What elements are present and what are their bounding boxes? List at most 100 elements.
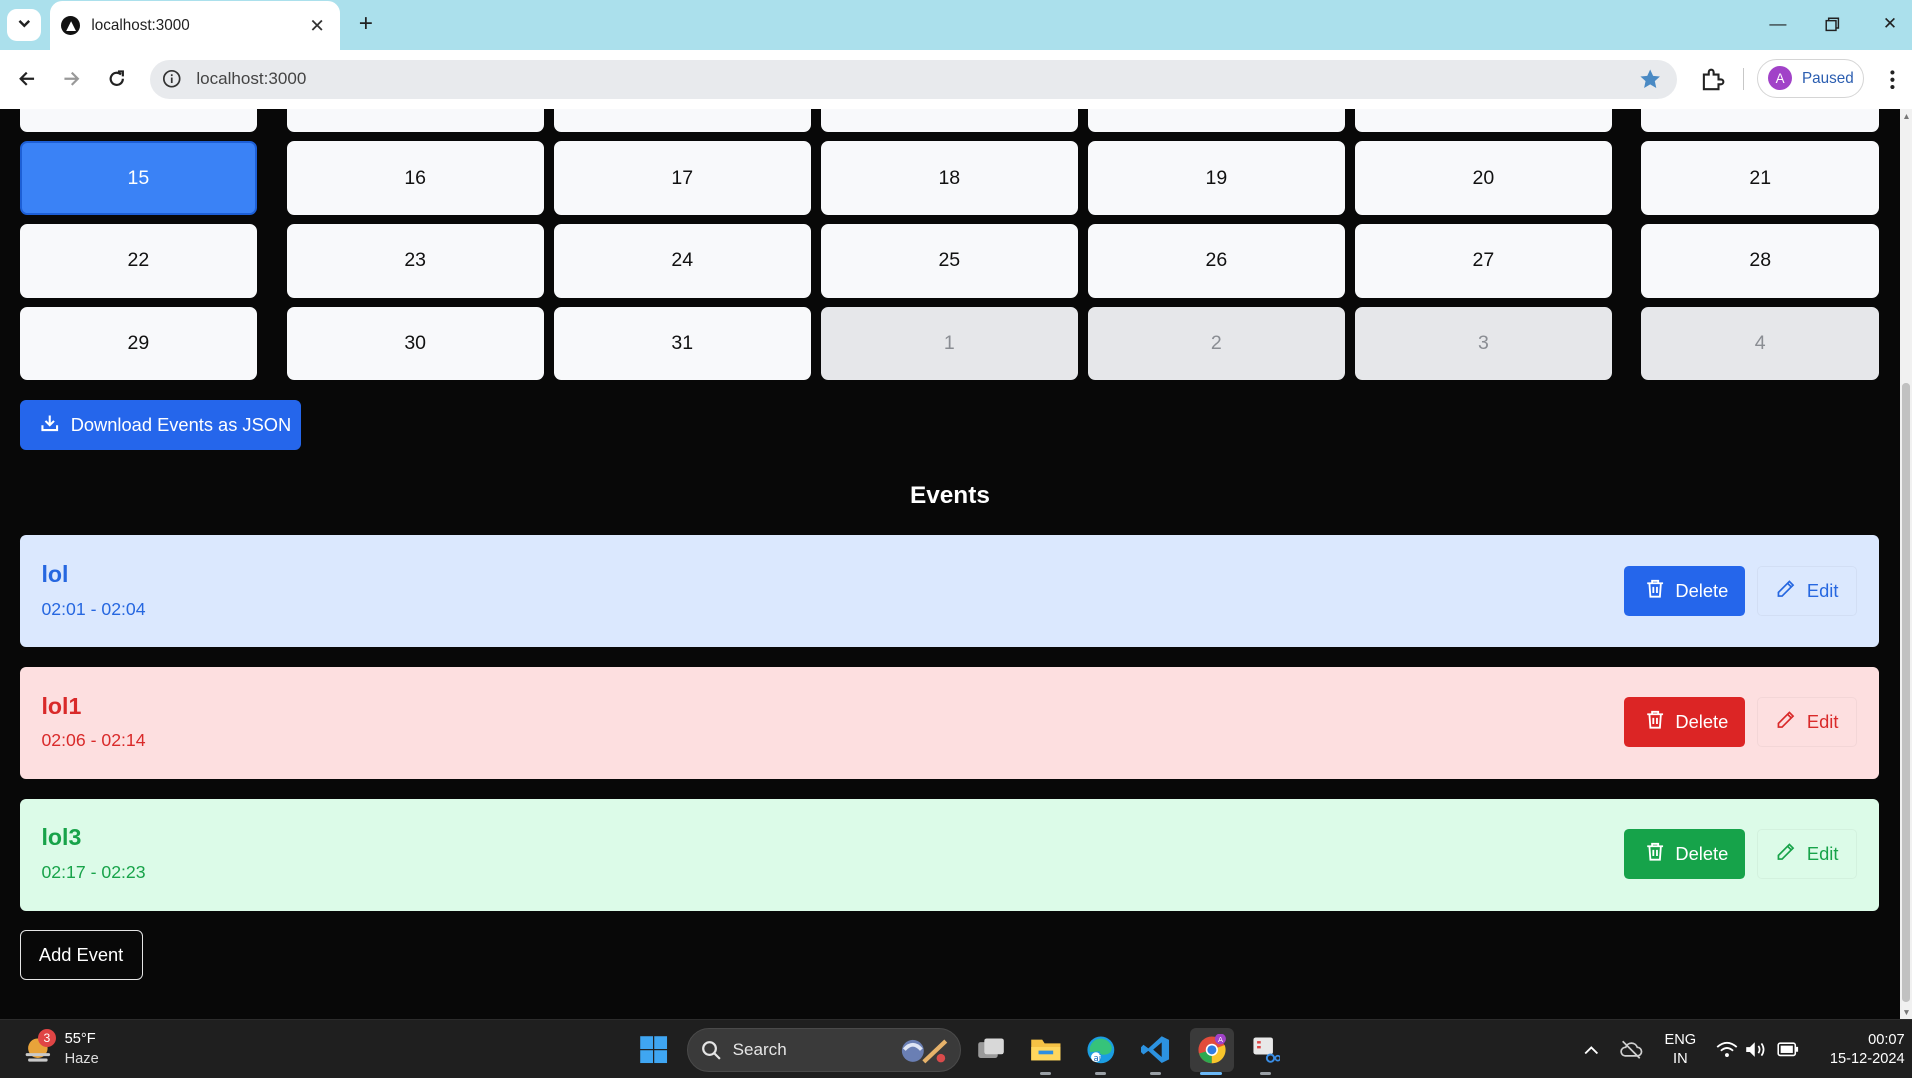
chrome-icon[interactable]: A (1190, 1027, 1235, 1072)
battery-icon[interactable] (1773, 1030, 1802, 1069)
url-text: localhost:3000 (196, 69, 307, 89)
favicon-icon (60, 15, 81, 36)
weather-widget[interactable]: 3 55°F Haze (22, 1028, 132, 1069)
weather-condition: Haze (64, 1050, 99, 1067)
calendar-day-cell[interactable]: 26 (1087, 224, 1345, 298)
svg-text:A: A (1218, 1035, 1223, 1044)
browser-tab[interactable]: localhost:3000 ✕ (49, 1, 341, 50)
temperature: 55°F (64, 1031, 96, 1048)
chevron-down-icon (17, 13, 32, 36)
delete-label: Delete (1675, 579, 1729, 601)
pencil-icon (1776, 579, 1806, 604)
back-icon[interactable] (11, 63, 43, 95)
scroll-up-arrow[interactable]: ▲ (1902, 111, 1910, 121)
show-hidden-icons-chevron[interactable] (1577, 1030, 1606, 1069)
pencil-icon (1776, 710, 1806, 735)
calendar-day-cell[interactable]: 4 (1641, 307, 1880, 381)
region-code: IN (1673, 1050, 1688, 1067)
file-explorer-icon[interactable] (1027, 1030, 1066, 1069)
language-code: ENG (1664, 1032, 1697, 1049)
edit-event-button[interactable]: Edit (1757, 829, 1858, 880)
edit-event-button[interactable]: Edit (1757, 565, 1858, 616)
calendar-day-cell[interactable]: 2 (1087, 307, 1345, 381)
cloud-offline-icon[interactable] (1617, 1030, 1646, 1069)
event-card: lol1 02:06 - 02:14 Delete Edit (19, 667, 1880, 780)
taskbar-search[interactable]: Search (686, 1027, 961, 1072)
calendar-day-cell[interactable]: 25 (820, 224, 1078, 298)
trash-icon (1646, 579, 1675, 604)
calendar-day-cell[interactable]: 16 (286, 141, 544, 215)
delete-event-button[interactable]: Delete (1624, 565, 1745, 616)
calendar-day-cell[interactable] (19, 108, 258, 132)
wifi-icon[interactable] (1712, 1030, 1741, 1069)
calendar-day-cell[interactable]: 24 (553, 224, 811, 298)
task-view-icon[interactable] (972, 1030, 1011, 1069)
calendar-day-cell[interactable]: 30 (286, 307, 544, 381)
bookmark-star-icon[interactable] (1638, 67, 1662, 91)
calendar-day-cell[interactable]: 22 (19, 224, 258, 298)
calendar-day-cell[interactable] (820, 108, 1078, 132)
download-events-button[interactable]: Download Events as JSON (19, 399, 302, 450)
snipping-tool-icon[interactable] (1246, 1030, 1285, 1069)
reload-icon[interactable] (101, 63, 133, 95)
event-time: 02:01 - 02:04 (41, 598, 146, 619)
more-menu-icon[interactable] (1880, 66, 1904, 93)
profile-button[interactable]: A Paused (1757, 58, 1865, 98)
clock-time: 00:07 (1868, 1032, 1905, 1049)
calendar-day-cell[interactable] (1641, 108, 1880, 132)
scrollbar-thumb[interactable] (1902, 382, 1910, 1003)
minimize-icon[interactable]: — (1764, 12, 1791, 36)
running-indicator (1040, 1071, 1052, 1076)
calendar-day-cell[interactable]: 20 (1354, 141, 1613, 215)
clock[interactable]: 00:07 15-12-2024 (1812, 1031, 1905, 1068)
delete-event-button[interactable]: Delete (1624, 829, 1745, 880)
delete-label: Delete (1675, 843, 1729, 865)
calendar-day-selected[interactable]: 15 (19, 141, 258, 215)
site-info-icon[interactable] (162, 69, 182, 89)
restore-icon[interactable] (1819, 12, 1846, 36)
calendar-day-cell[interactable]: 1 (820, 307, 1078, 381)
edit-label: Edit (1806, 843, 1839, 865)
scroll-down-arrow[interactable]: ▼ (1902, 1007, 1910, 1017)
edit-label: Edit (1806, 579, 1839, 601)
add-event-button[interactable]: Add Event (19, 930, 143, 981)
running-indicator (1259, 1071, 1271, 1076)
forward-icon[interactable] (56, 63, 88, 95)
new-tab-button[interactable]: + (352, 10, 379, 38)
events-heading: Events (909, 481, 990, 509)
calendar-day-cell[interactable]: 27 (1354, 224, 1613, 298)
extensions-icon[interactable] (1699, 66, 1726, 93)
calendar-day-cell[interactable]: 23 (286, 224, 544, 298)
calendar-day-cell[interactable]: 3 (1354, 307, 1613, 381)
close-tab-icon[interactable]: ✕ (304, 12, 331, 39)
calendar-day-cell[interactable]: 28 (1641, 224, 1880, 298)
tab-search-button[interactable] (7, 8, 42, 42)
calendar-day-cell[interactable]: 21 (1641, 141, 1880, 215)
calendar-day-cell[interactable] (1354, 108, 1613, 132)
event-time: 02:06 - 02:14 (41, 730, 146, 751)
windows-start-icon[interactable] (634, 1030, 673, 1069)
calendar-day-cell[interactable] (553, 108, 811, 132)
calendar-day-cell[interactable]: 18 (820, 141, 1078, 215)
calendar-day-cell[interactable]: 31 (553, 307, 811, 381)
calendar-day-cell[interactable] (286, 108, 544, 132)
delete-event-button[interactable]: Delete (1624, 697, 1745, 748)
event-title: lol1 (41, 692, 82, 719)
vscode-icon[interactable] (1136, 1030, 1175, 1069)
close-window-icon[interactable]: ✕ (1877, 12, 1904, 36)
event-card: lol3 02:17 - 02:23 Delete Edit (19, 798, 1880, 911)
avatar: A (1767, 65, 1793, 91)
language-indicator[interactable]: ENG IN (1658, 1031, 1702, 1068)
calendar-day-cell[interactable]: 17 (553, 141, 811, 215)
address-bar[interactable]: localhost:3000 (149, 59, 1677, 99)
svg-text:ai: ai (1094, 1054, 1102, 1064)
volume-icon[interactable] (1741, 1030, 1770, 1069)
edge-browser-icon[interactable]: ai (1082, 1030, 1121, 1069)
running-indicator (1149, 1071, 1161, 1076)
edit-event-button[interactable]: Edit (1757, 697, 1858, 748)
calendar-day-cell[interactable]: 19 (1087, 141, 1345, 215)
event-time: 02:17 - 02:23 (41, 862, 146, 883)
calendar-day-cell[interactable]: 29 (19, 307, 258, 381)
page-scrollbar[interactable]: ▲ ▼ (1899, 108, 1912, 1020)
calendar-day-cell[interactable] (1087, 108, 1345, 132)
